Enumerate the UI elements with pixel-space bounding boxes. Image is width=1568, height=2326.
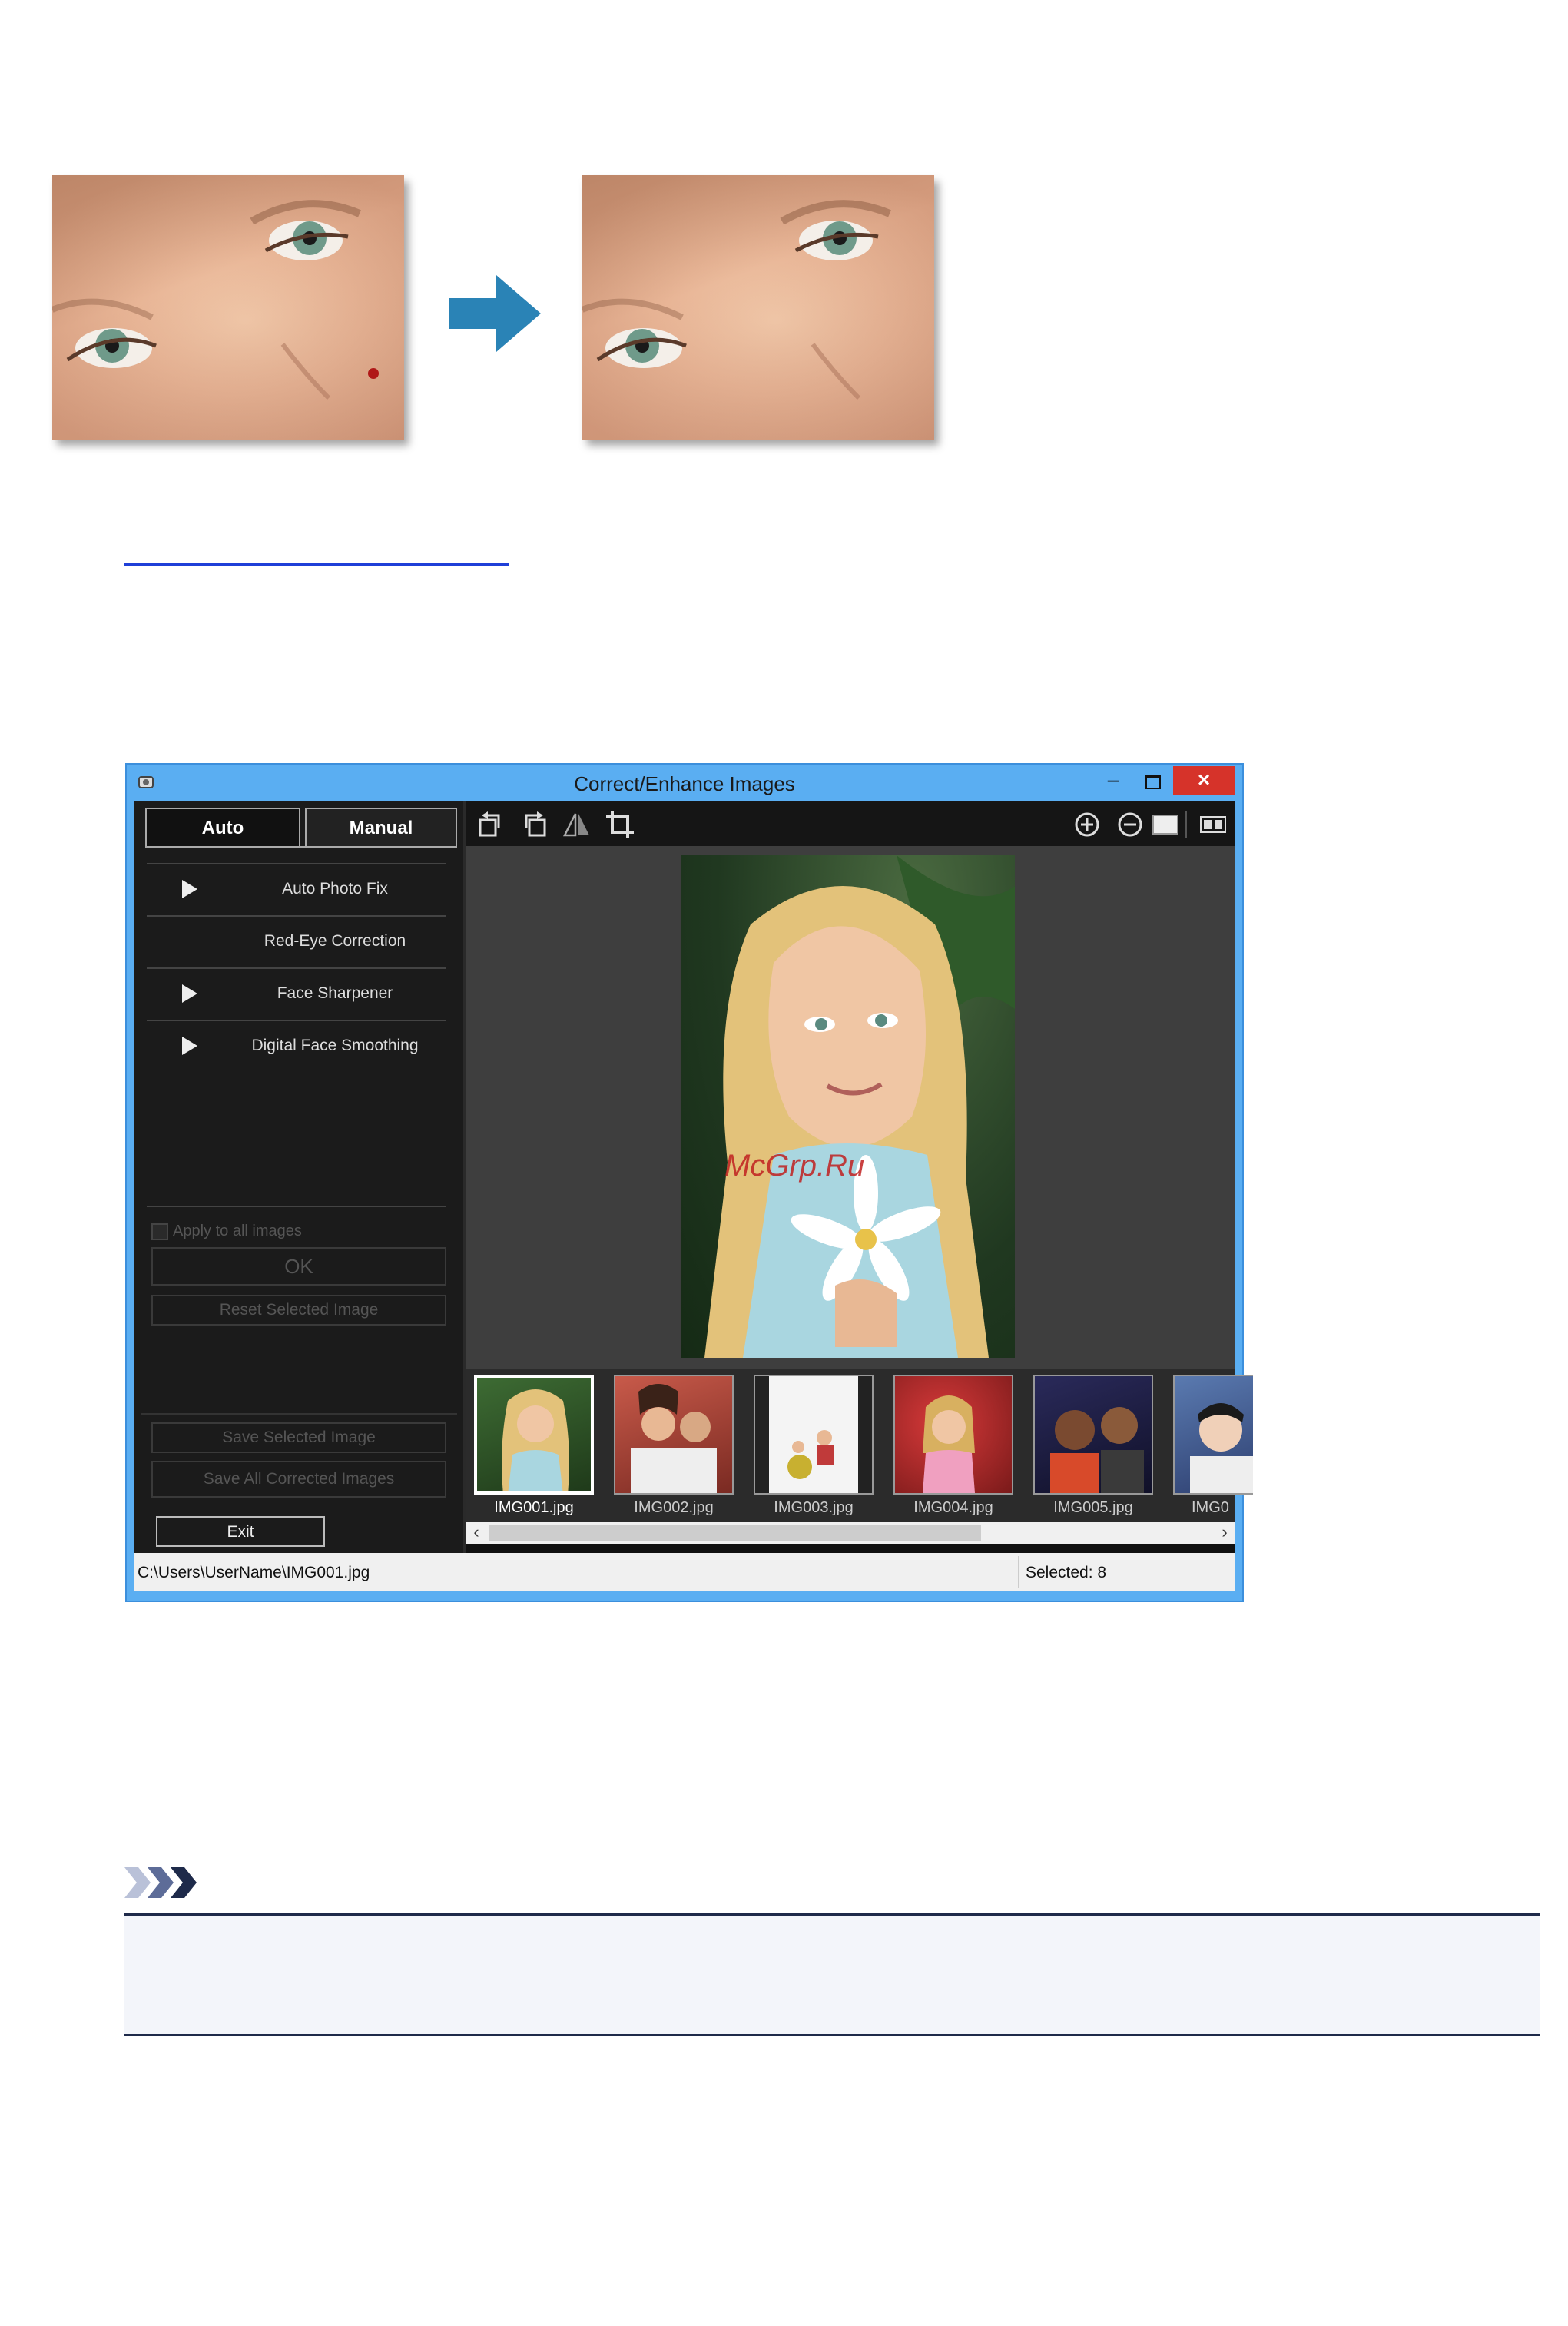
- thumbnail-caption: IMG001.jpg: [494, 1499, 574, 1516]
- window-client: Auto Manual Auto Photo Fix Red-Eye Corre…: [134, 801, 1253, 1553]
- exit-button[interactable]: Exit: [156, 1516, 325, 1547]
- horizontal-scrollbar[interactable]: ‹ ›: [466, 1522, 1235, 1544]
- thumbnail-image[interactable]: [1173, 1375, 1253, 1495]
- thumbnail-caption: IMG005.jpg: [1053, 1499, 1133, 1516]
- thumbnail[interactable]: IMG005.jpg: [1033, 1375, 1153, 1525]
- save-all-corrected-images-button[interactable]: Save All Corrected Images: [151, 1461, 446, 1498]
- fix-label: Auto Photo Fix: [282, 880, 388, 898]
- auto-photo-fix-item[interactable]: Auto Photo Fix: [147, 863, 446, 915]
- toolbar: [466, 801, 1235, 846]
- rotate-right-icon[interactable]: [519, 809, 549, 840]
- thumbnail-image[interactable]: [1033, 1375, 1153, 1495]
- ok-button[interactable]: OK: [151, 1247, 446, 1286]
- reset-selected-image-button[interactable]: Reset Selected Image: [151, 1295, 446, 1326]
- title-bar[interactable]: Correct/Enhance Images – ×: [127, 765, 1242, 801]
- zoom-out-icon[interactable]: [1115, 809, 1145, 840]
- tab-divider: [145, 846, 457, 848]
- tab-manual[interactable]: Manual: [305, 808, 457, 846]
- note-box: [124, 1913, 1540, 2036]
- fix-label: Face Sharpener: [277, 984, 393, 1002]
- save-selected-image-button[interactable]: Save Selected Image: [151, 1422, 446, 1453]
- arrow-right-icon: [449, 275, 541, 352]
- watermark: McGrp.Ru: [724, 1149, 865, 1183]
- thumbnail-image[interactable]: [893, 1375, 1013, 1495]
- thumbnail-caption: IMG003.jpg: [774, 1499, 854, 1516]
- apply-all-checkbox[interactable]: Apply to all images: [151, 1223, 302, 1240]
- thumbnail-image[interactable]: [754, 1375, 874, 1495]
- preview-photo[interactable]: [681, 855, 1015, 1358]
- zoom-in-icon[interactable]: [1072, 809, 1102, 840]
- thumbnail-caption: IMG004.jpg: [913, 1499, 993, 1516]
- fix-label: Red-Eye Correction: [264, 932, 406, 950]
- left-panel: Auto Manual Auto Photo Fix Red-Eye Corre…: [134, 801, 466, 1553]
- selected-count: Selected: 8: [1026, 1564, 1107, 1581]
- thumbnail-caption: IMG002.jpg: [634, 1499, 714, 1516]
- correct-enhance-window: Correct/Enhance Images – × Auto Manual A…: [125, 763, 1253, 1602]
- scrollbar-thumb[interactable]: [489, 1525, 981, 1541]
- after-image: [582, 175, 934, 440]
- full-screen-icon[interactable]: [1150, 809, 1181, 840]
- minimize-button[interactable]: –: [1098, 768, 1129, 795]
- before-image: [52, 175, 404, 440]
- red-eye-correction-item[interactable]: Red-Eye Correction: [147, 915, 446, 967]
- note-chevrons-icon: [124, 1867, 197, 1898]
- preview-area: McGrp.Ru: [466, 846, 1235, 1369]
- tab-auto[interactable]: Auto: [145, 808, 300, 846]
- scroll-right-arrow-icon[interactable]: ›: [1215, 1522, 1235, 1544]
- face-sharpener-item[interactable]: Face Sharpener: [147, 967, 446, 1020]
- compare-view-icon[interactable]: [1198, 809, 1228, 840]
- checkbox-box[interactable]: [151, 1223, 168, 1240]
- maximize-button[interactable]: [1136, 768, 1167, 795]
- digital-face-smoothing-item[interactable]: Digital Face Smoothing: [147, 1020, 446, 1072]
- status-bar: C:\Users\UserName\IMG001.jpg Selected: 8: [134, 1553, 1235, 1591]
- window-title: Correct/Enhance Images: [574, 772, 795, 795]
- status-separator: [1018, 1556, 1019, 1588]
- thumbnail[interactable]: IMG004.jpg: [893, 1375, 1013, 1525]
- close-button[interactable]: ×: [1173, 766, 1235, 795]
- toolbar-separator: [1185, 811, 1187, 838]
- apply-all-label: Apply to all images: [173, 1223, 302, 1239]
- rotate-left-icon[interactable]: [476, 809, 506, 840]
- thumbnail-strip: IMG001.jpg IMG002.jpg IMG003.jpg IMG004.…: [466, 1369, 1253, 1525]
- thumbnail-caption: IMG0: [1192, 1499, 1229, 1516]
- thumbnail[interactable]: IMG002.jpg: [614, 1375, 734, 1525]
- expand-arrow-icon[interactable]: [182, 1037, 197, 1055]
- flip-icon[interactable]: [562, 809, 592, 840]
- crop-icon[interactable]: [605, 809, 635, 840]
- thumbnail[interactable]: IMG0: [1173, 1375, 1253, 1525]
- thumbnail[interactable]: IMG001.jpg: [474, 1375, 594, 1525]
- expand-arrow-icon[interactable]: [182, 984, 197, 1003]
- divider: [141, 1413, 457, 1415]
- hyperlink[interactable]: [124, 563, 509, 566]
- expand-arrow-icon[interactable]: [182, 880, 197, 898]
- thumbnail-image[interactable]: [474, 1375, 594, 1495]
- thumbnail[interactable]: IMG003.jpg: [754, 1375, 874, 1525]
- scroll-left-arrow-icon[interactable]: ‹: [466, 1522, 486, 1544]
- thumbnail-image[interactable]: [614, 1375, 734, 1495]
- file-path: C:\Users\UserName\IMG001.jpg: [138, 1564, 370, 1581]
- divider: [147, 1206, 446, 1207]
- fix-label: Digital Face Smoothing: [251, 1037, 419, 1054]
